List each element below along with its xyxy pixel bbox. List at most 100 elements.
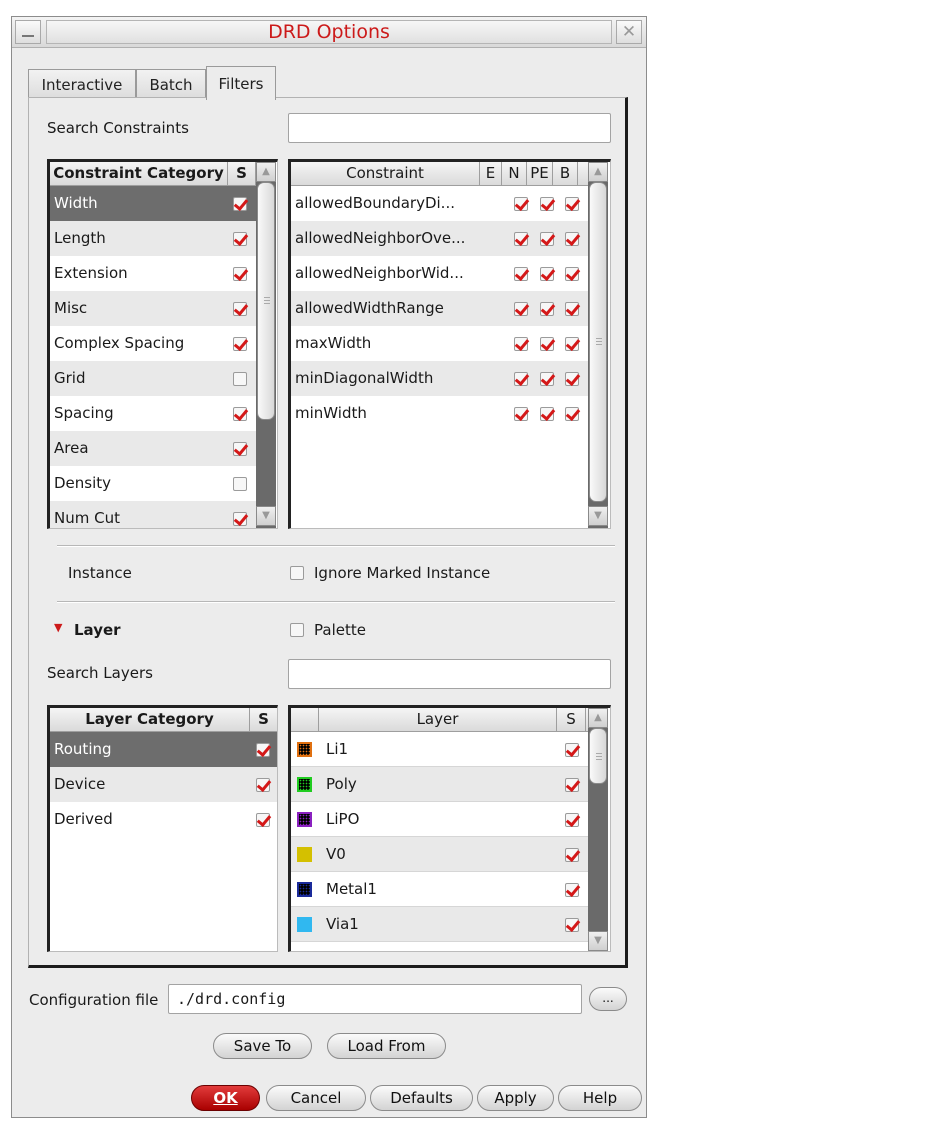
layer-scrollbar[interactable]: ▲ ▼ (588, 708, 608, 951)
scroll-down-arrow-icon[interactable]: ▼ (588, 506, 608, 526)
configuration-file-input[interactable]: ./drd.config (168, 984, 582, 1014)
constraint-scrollbar[interactable]: ▲ ▼ (588, 162, 608, 528)
constraint-b-checkbox[interactable] (565, 372, 579, 386)
constraint-b-checkbox[interactable] (565, 197, 579, 211)
constraint-row[interactable]: allowedNeighborOve... (291, 221, 588, 256)
layer-s-checkbox[interactable] (565, 813, 579, 827)
constraint-n-checkbox[interactable] (514, 232, 528, 246)
constraint-category-s-checkbox[interactable] (233, 442, 247, 456)
constraint-category-row[interactable]: Grid (50, 361, 256, 396)
constraint-category-row[interactable]: Extension (50, 256, 256, 291)
scroll-up-arrow-icon[interactable]: ▲ (256, 162, 276, 182)
layer-row[interactable]: LiPO (291, 802, 588, 837)
constraint-b-checkbox[interactable] (565, 302, 579, 316)
constraint-n-checkbox[interactable] (514, 267, 528, 281)
constraint-category-row[interactable]: Num Cut (50, 501, 256, 528)
layer-category-row[interactable]: Routing (50, 732, 277, 767)
layer-row[interactable]: V0 (291, 837, 588, 872)
constraint-pe-checkbox[interactable] (540, 232, 554, 246)
constraint-row[interactable]: allowedWidthRange (291, 291, 588, 326)
scroll-down-arrow-icon[interactable]: ▼ (256, 506, 276, 526)
palette-checkbox[interactable] (290, 623, 304, 637)
constraint-category-s-checkbox[interactable] (233, 372, 247, 386)
constraint-category-row[interactable]: Area (50, 431, 256, 466)
search-layers-input[interactable] (288, 659, 611, 689)
constraint-category-s-checkbox[interactable] (233, 407, 247, 421)
constraint-column[interactable]: Constraint (291, 162, 480, 185)
tab-filters[interactable]: Filters (206, 66, 276, 100)
layer-row[interactable]: Metal1 (291, 872, 588, 907)
help-button[interactable]: Help (558, 1085, 642, 1111)
constraint-category-row[interactable]: Density (50, 466, 256, 501)
constraint-pe-column[interactable]: PE (527, 162, 553, 185)
constraint-pe-checkbox[interactable] (540, 407, 554, 421)
browse-button[interactable]: ... (589, 987, 627, 1011)
layer-column[interactable]: Layer (319, 708, 557, 731)
expand-triangle-icon[interactable]: ▼ (54, 621, 62, 634)
constraint-category-s-checkbox[interactable] (233, 302, 247, 316)
constraint-category-row[interactable]: Width (50, 186, 256, 221)
constraint-pe-checkbox[interactable] (540, 302, 554, 316)
constraint-category-s-checkbox[interactable] (233, 337, 247, 351)
constraint-pe-checkbox[interactable] (540, 372, 554, 386)
layer-category-row[interactable]: Derived (50, 802, 277, 837)
layer-category-s-column[interactable]: S (250, 708, 277, 731)
tab-interactive[interactable]: Interactive (28, 69, 136, 99)
constraint-row[interactable]: minDiagonalWidth (291, 361, 588, 396)
constraint-row[interactable]: minWidth (291, 396, 588, 431)
constraint-b-column[interactable]: B (553, 162, 578, 185)
layer-color-column[interactable] (291, 708, 319, 731)
scroll-thumb[interactable] (589, 728, 607, 784)
constraint-n-checkbox[interactable] (514, 407, 528, 421)
constraint-category-row[interactable]: Spacing (50, 396, 256, 431)
save-to-button[interactable]: Save To (213, 1033, 312, 1059)
minimize-button[interactable] (15, 20, 41, 44)
constraint-category-s-checkbox[interactable] (233, 477, 247, 491)
constraint-category-s-column[interactable]: S (228, 162, 256, 185)
layer-category-row[interactable]: Device (50, 767, 277, 802)
constraint-n-checkbox[interactable] (514, 337, 528, 351)
layer-row[interactable]: Li1 (291, 732, 588, 767)
constraint-row[interactable]: allowedNeighborWid... (291, 256, 588, 291)
layer-s-checkbox[interactable] (565, 883, 579, 897)
constraint-pe-checkbox[interactable] (540, 337, 554, 351)
layer-s-checkbox[interactable] (565, 848, 579, 862)
defaults-button[interactable]: Defaults (370, 1085, 473, 1111)
constraint-pe-checkbox[interactable] (540, 197, 554, 211)
scroll-up-arrow-icon[interactable]: ▲ (588, 162, 608, 182)
constraint-category-column[interactable]: Constraint Category (50, 162, 228, 185)
layer-s-column[interactable]: S (557, 708, 586, 731)
constraint-pe-checkbox[interactable] (540, 267, 554, 281)
constraint-category-s-checkbox[interactable] (233, 232, 247, 246)
layer-category-s-checkbox[interactable] (256, 778, 270, 792)
constraint-b-checkbox[interactable] (565, 337, 579, 351)
cancel-button[interactable]: Cancel (266, 1085, 366, 1111)
layer-section-label[interactable]: Layer (74, 621, 121, 639)
layer-s-checkbox[interactable] (565, 918, 579, 932)
scroll-down-arrow-icon[interactable]: ▼ (588, 931, 608, 951)
constraint-row[interactable]: allowedBoundaryDi... (291, 186, 588, 221)
constraint-row[interactable]: maxWidth (291, 326, 588, 361)
apply-button[interactable]: Apply (477, 1085, 554, 1111)
constraint-n-column[interactable]: N (502, 162, 527, 185)
constraint-category-s-checkbox[interactable] (233, 267, 247, 281)
layer-category-s-checkbox[interactable] (256, 743, 270, 757)
load-from-button[interactable]: Load From (327, 1033, 446, 1059)
layer-row[interactable]: Via1 (291, 907, 588, 942)
constraint-category-row[interactable]: Misc (50, 291, 256, 326)
ok-button[interactable]: OK (191, 1085, 260, 1111)
layer-category-column[interactable]: Layer Category (50, 708, 250, 731)
constraint-n-checkbox[interactable] (514, 302, 528, 316)
scroll-thumb[interactable] (257, 182, 275, 420)
constraint-b-checkbox[interactable] (565, 407, 579, 421)
constraint-category-scrollbar[interactable]: ▲ ▼ (256, 162, 276, 528)
constraint-n-checkbox[interactable] (514, 372, 528, 386)
layer-s-checkbox[interactable] (565, 778, 579, 792)
constraint-b-checkbox[interactable] (565, 232, 579, 246)
constraint-n-checkbox[interactable] (514, 197, 528, 211)
close-button[interactable]: ✕ (616, 20, 642, 44)
constraint-category-s-checkbox[interactable] (233, 197, 247, 211)
scroll-up-arrow-icon[interactable]: ▲ (588, 708, 608, 728)
search-constraints-input[interactable] (288, 113, 611, 143)
constraint-category-s-checkbox[interactable] (233, 512, 247, 526)
